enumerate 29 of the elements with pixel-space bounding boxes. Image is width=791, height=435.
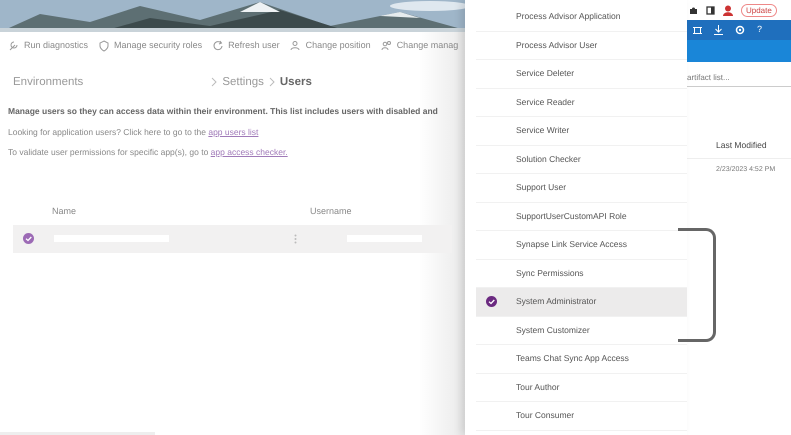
breadcrumb-current: Users: [280, 74, 312, 90]
check-icon: [486, 296, 497, 308]
description-text: Manage users so they can access data within their environment. This list includes users with disabled and: [8, 104, 439, 118]
shield-icon: [98, 40, 110, 52]
download-icon[interactable]: [714, 25, 723, 35]
avatar-icon[interactable]: [723, 4, 733, 16]
update-button[interactable]: Update: [741, 4, 777, 16]
toolbar-button[interactable]: Change manag: [380, 39, 458, 52]
chevron-icon: [211, 77, 218, 88]
help-text: To validate user permissions for specific app(s), go to app access checker.: [8, 146, 289, 159]
search-field[interactable]: artifact list...: [687, 70, 791, 87]
role-item[interactable]: System Administrator: [476, 288, 687, 316]
frame-icon[interactable]: [693, 26, 702, 34]
column-header: Last Modified: [687, 139, 791, 159]
person-icon: [290, 40, 302, 52]
help-link[interactable]: app users list: [208, 126, 258, 136]
toolbar-button[interactable]: Refresh user: [212, 39, 280, 52]
toolbar-button[interactable]: Change position: [290, 39, 371, 52]
refresh-icon: [212, 40, 224, 52]
column-header: Username: [310, 205, 352, 218]
chevron-icon: [268, 77, 275, 88]
toolbar-button[interactable]: Manage security roles: [98, 39, 202, 52]
toolbar-button[interactable]: Run diagnostics: [8, 39, 88, 52]
window-icon[interactable]: [706, 6, 715, 14]
people-icon: [380, 40, 393, 52]
help-text: Looking for application users? Click here to go to the app users list: [8, 126, 260, 138]
help-link[interactable]: app access checker.: [210, 147, 288, 158]
help-icon[interactable]: ?: [757, 23, 762, 37]
column-header: Name: [52, 205, 78, 218]
